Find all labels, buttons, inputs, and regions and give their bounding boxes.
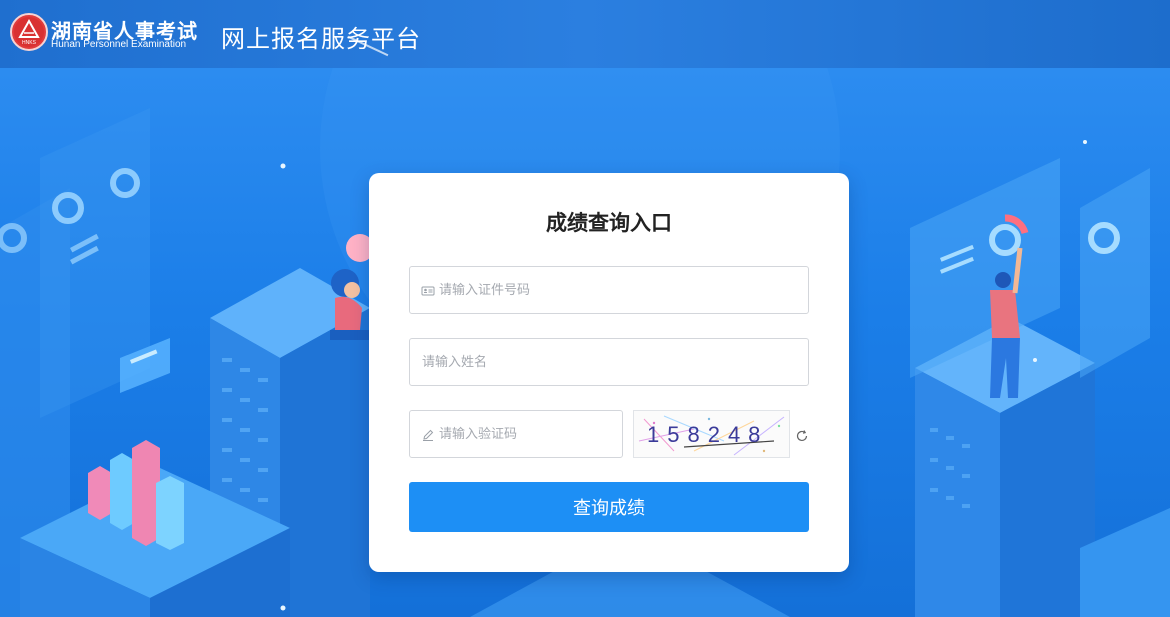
logo-text-en: Hunan Personnel Examination <box>51 39 187 50</box>
id-number-field <box>409 266 809 314</box>
card-title: 成绩查询入口 <box>546 211 672 235</box>
logo-badge-text: HNKS <box>22 40 37 46</box>
id-card-icon <box>421 283 435 297</box>
name-input[interactable] <box>410 339 808 385</box>
captcha-input[interactable] <box>439 411 622 457</box>
site-header: HNKS 湖南省人事考试 Hunan Personnel Examination… <box>0 0 1170 68</box>
platform-title: 网上报名服务平台 <box>221 25 421 53</box>
refresh-icon[interactable] <box>795 428 809 442</box>
captcha-image[interactable]: 158248 <box>633 410 790 458</box>
captcha-field <box>409 410 623 458</box>
pencil-icon <box>421 427 435 441</box>
score-query-card: 成绩查询入口 请输入证件号码 请输入姓名 请输入验证码 158248 查询成绩 <box>369 173 849 572</box>
id-number-input[interactable] <box>439 267 808 313</box>
logo-icon: HNKS <box>10 13 48 51</box>
name-field <box>409 338 809 386</box>
query-score-button[interactable]: 查询成绩 <box>409 482 809 532</box>
captcha-text: 158248 <box>647 422 768 447</box>
